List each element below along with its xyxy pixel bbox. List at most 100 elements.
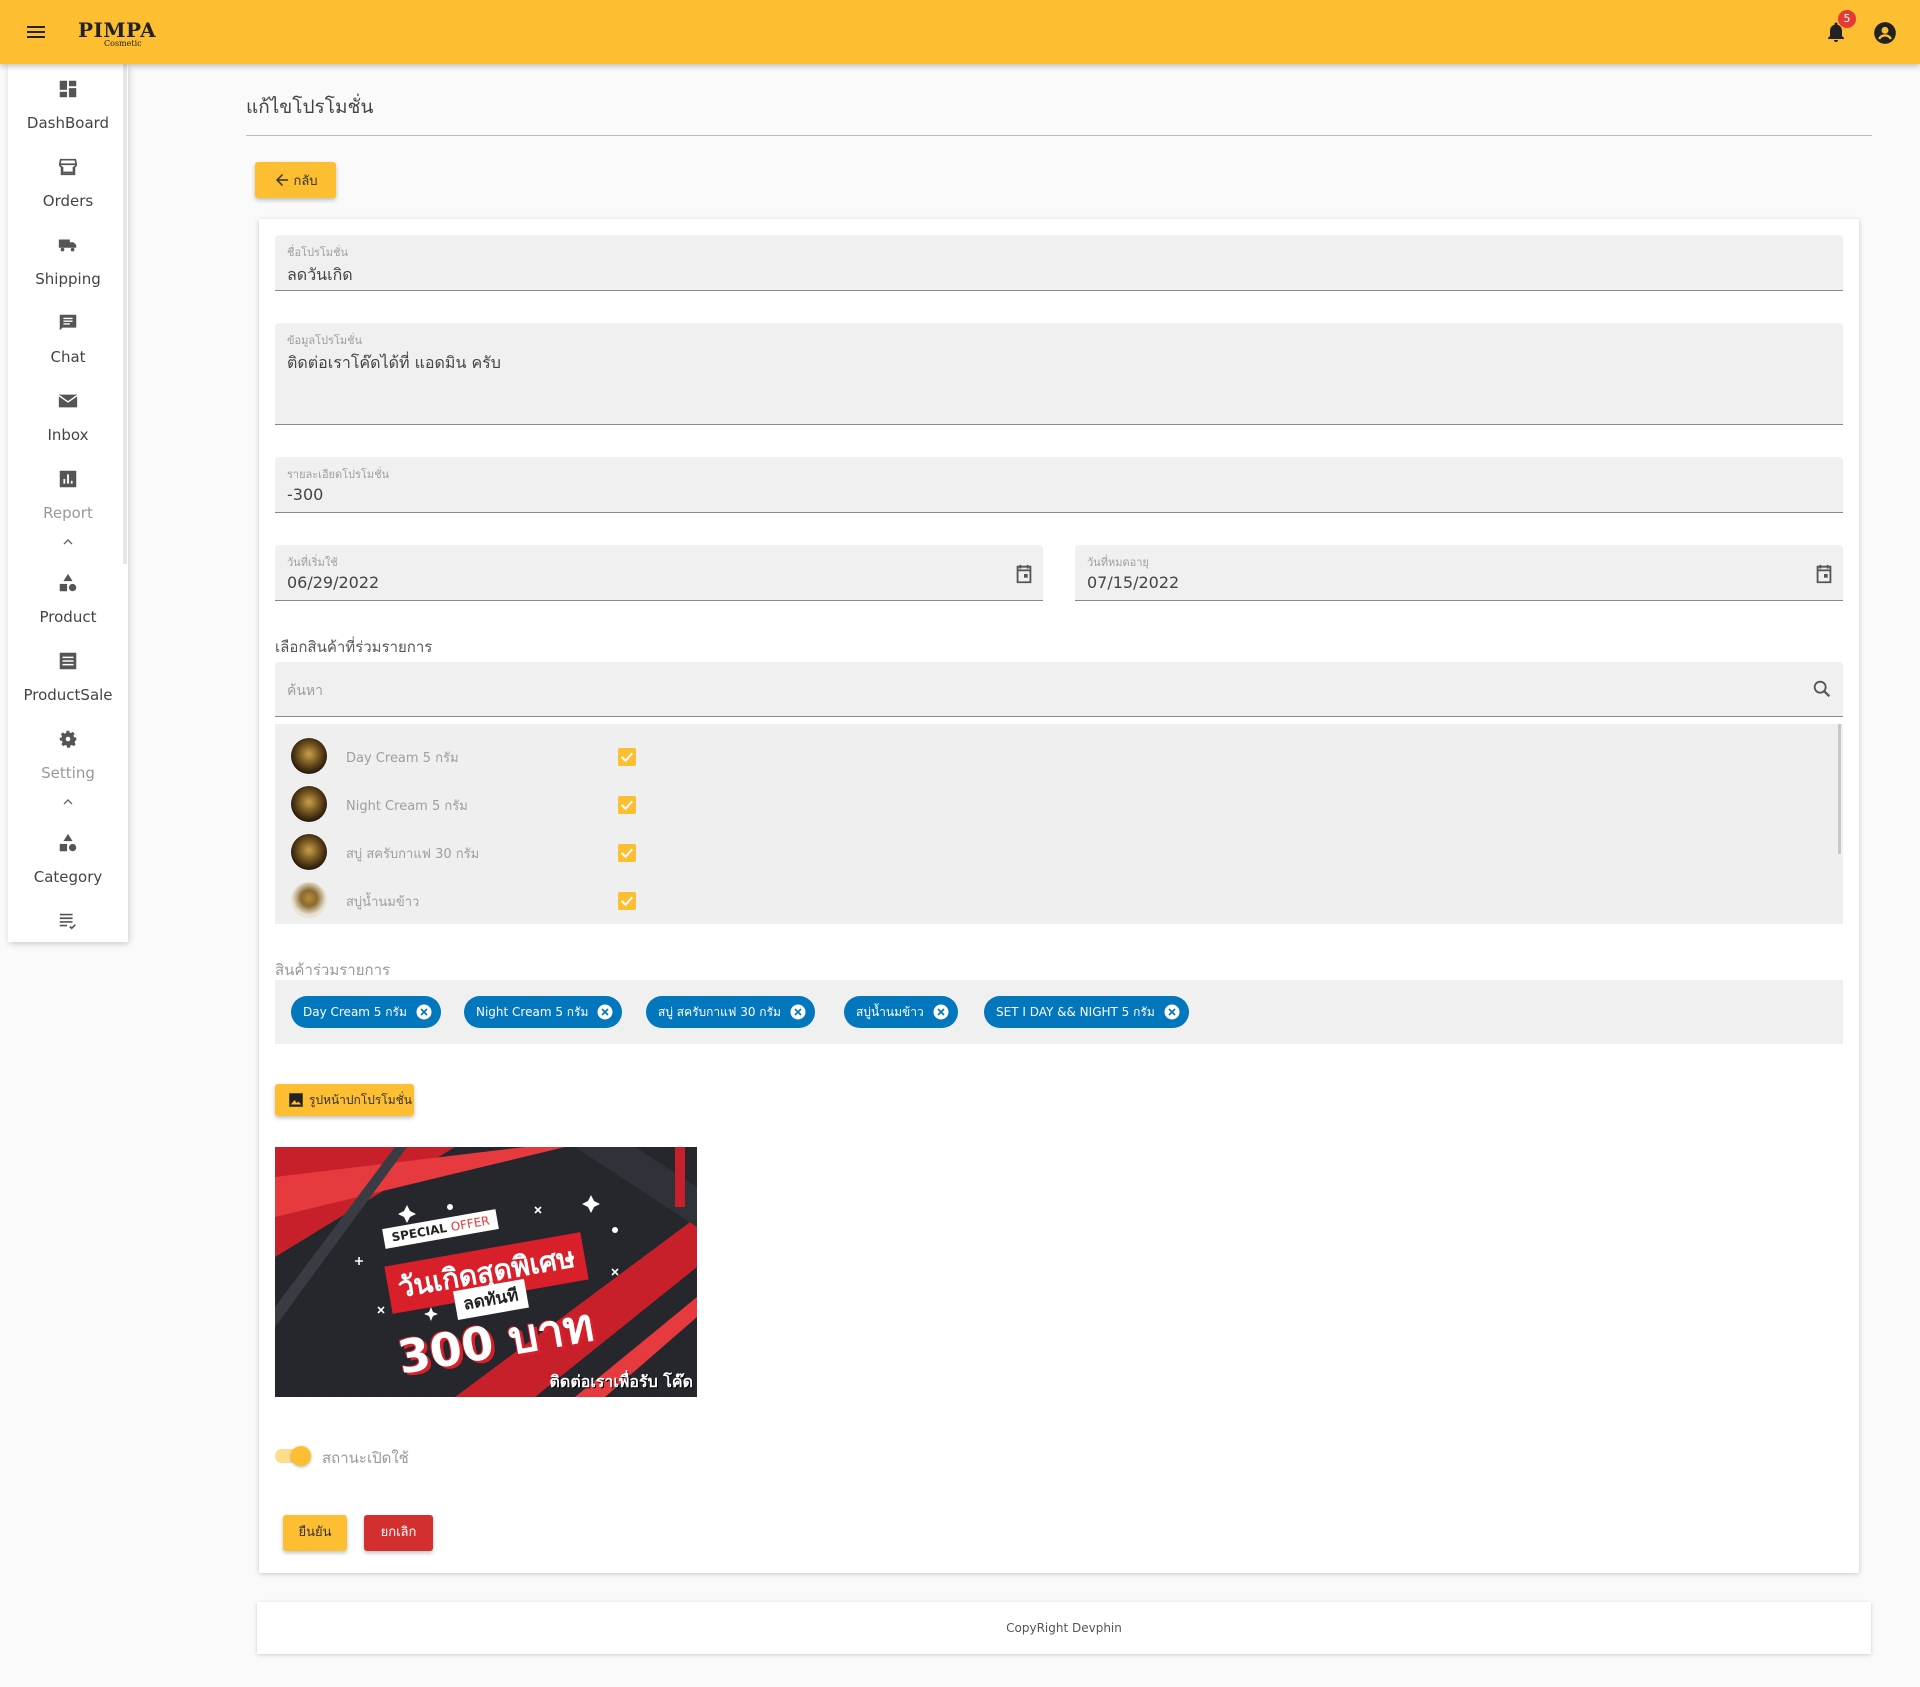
sidebar-item-more[interactable]: [8, 910, 128, 932]
product-list[interactable]: Day Cream 5 กรัม Night Cream 5 กรัม สบู่…: [275, 724, 1843, 924]
product-chip[interactable]: SET I DAY && NIGHT 5 กรัม: [984, 996, 1189, 1028]
sidebar-item-inbox[interactable]: Inbox: [8, 390, 128, 444]
cover-image-upload-button[interactable]: รูปหน้าปกโปรโมชั่น: [275, 1084, 414, 1116]
sidebar-item-label: DashBoard: [26, 114, 110, 132]
sidebar: DashBoard Orders Shipping Chat Inbox Rep…: [8, 64, 128, 942]
calendar-icon[interactable]: [1813, 563, 1835, 585]
chat-icon: [59, 314, 77, 331]
check-icon: [621, 752, 633, 763]
end-date-field[interactable]: วันที่หมดอายุ 07/15/2022: [1075, 545, 1843, 601]
chart-icon: [59, 470, 77, 488]
banner-cta: ติดต่อเราเพื่อรับ โค๊ด: [549, 1372, 693, 1391]
remove-chip-icon[interactable]: [1163, 1003, 1181, 1021]
list-check-icon: [59, 913, 76, 930]
sidebar-item-label: Orders: [42, 192, 94, 210]
product-chip[interactable]: สบู่น้ำนมข้าว: [844, 996, 958, 1028]
field-value: 06/29/2022: [287, 573, 380, 592]
image-icon: [289, 1093, 303, 1107]
start-date-field[interactable]: วันที่เริ่มใช้ 06/29/2022: [275, 545, 1043, 601]
product-checkbox[interactable]: [618, 748, 636, 766]
product-thumbnail: [291, 834, 327, 870]
product-thumbnail: [291, 882, 327, 918]
chip-label: Day Cream 5 กรัม: [303, 1004, 407, 1019]
field-label: รายละเอียดโปรโมชั่น: [287, 468, 390, 481]
confirm-button[interactable]: ยืนยัน: [283, 1515, 347, 1551]
sidebar-item-label: Shipping: [35, 270, 101, 288]
banner-offer-text: OFFER: [449, 1213, 491, 1235]
back-button[interactable]: กลับ: [255, 162, 336, 198]
sidebar-item-dashboard[interactable]: DashBoard: [8, 78, 128, 132]
sidebar-item-productsale[interactable]: ProductSale: [8, 650, 128, 704]
list-item[interactable]: Night Cream 5 กรัม: [291, 783, 636, 823]
cancel-button[interactable]: ยกเลิก: [364, 1515, 433, 1551]
promotion-info-field[interactable]: ข้อมูลโปรโมชั่น ติดต่อเราโค๊ดได้ที่ แอดม…: [275, 323, 1843, 425]
divider: [246, 135, 1872, 136]
check-icon: [621, 896, 633, 907]
chevron-up-icon[interactable]: [60, 794, 76, 810]
field-value: ติดต่อเราโค๊ดได้ที่ แอดมิน ครับ: [287, 353, 501, 372]
footer-text: CopyRight Devphin: [1006, 1621, 1122, 1635]
status-label: สถานะเปิดใช้: [322, 1449, 409, 1467]
remove-chip-icon[interactable]: [932, 1003, 950, 1021]
search-icon[interactable]: [1811, 678, 1833, 700]
remove-chip-icon[interactable]: [789, 1003, 807, 1021]
remove-chip-icon[interactable]: [415, 1003, 433, 1021]
promotion-cover-image: SPECIAL OFFER วันเกิดสุดพิเศษ ลดทันที 30…: [275, 1147, 697, 1397]
product-checkbox[interactable]: [618, 796, 636, 814]
gear-icon: [59, 730, 77, 748]
promotion-detail-field[interactable]: รายละเอียดโปรโมชั่น -300: [275, 457, 1843, 513]
product-checkbox[interactable]: [618, 892, 636, 910]
sidebar-item-setting[interactable]: Setting: [8, 728, 128, 782]
product-chip[interactable]: Night Cream 5 กรัม: [464, 996, 623, 1028]
product-chip[interactable]: Day Cream 5 กรัม: [291, 996, 441, 1028]
list-item[interactable]: สบู่น้ำนมข้าว: [291, 879, 636, 919]
sidebar-item-label: Report: [43, 504, 93, 522]
promotion-name-field[interactable]: ชื่อโปรโมชั่น ลดวันเกิด: [275, 235, 1843, 291]
chevron-up-icon[interactable]: [60, 534, 76, 550]
sidebar-item-report[interactable]: Report: [8, 468, 128, 522]
check-icon: [621, 848, 633, 859]
shapes-icon: [59, 573, 77, 592]
field-label: ชื่อโปรโมชั่น: [287, 246, 349, 259]
chip-label: Night Cream 5 กรัม: [476, 1004, 589, 1019]
field-value: 07/15/2022: [1087, 573, 1180, 592]
footer: CopyRight Devphin: [257, 1602, 1871, 1654]
search-placeholder: ค้นหา: [287, 683, 324, 699]
field-label: วันที่หมดอายุ: [1087, 556, 1149, 569]
list-item[interactable]: สบู่ สครับกาแฟ 30 กรัม: [291, 831, 636, 871]
sidebar-item-label: Chat: [50, 348, 86, 366]
field-label: ข้อมูลโปรโมชั่น: [287, 334, 363, 347]
sidebar-item-shipping[interactable]: Shipping: [8, 234, 128, 288]
sidebar-item-chat[interactable]: Chat: [8, 312, 128, 366]
product-name: สบู่ สครับกาแฟ 30 กรัม: [346, 847, 480, 862]
sidebar-item-label: ProductSale: [23, 686, 113, 704]
product-search-input[interactable]: ค้นหา: [275, 662, 1843, 717]
sidebar-item-orders[interactable]: Orders: [8, 156, 128, 210]
sidebar-item-product[interactable]: Product: [8, 572, 128, 626]
app-bar: PIMPA Cosmetic 5: [0, 0, 1920, 64]
remove-chip-icon[interactable]: [596, 1003, 614, 1021]
sidebar-item-label: Product: [39, 608, 97, 626]
sidebar-scrollbar[interactable]: [123, 64, 127, 564]
notification-badge: 5: [1838, 10, 1856, 28]
product-name: สบู่น้ำนมข้าว: [346, 895, 420, 910]
menu-icon[interactable]: [24, 20, 48, 44]
product-chip[interactable]: สบู่ สครับกาแฟ 30 กรัม: [646, 996, 815, 1028]
account-icon[interactable]: [1872, 20, 1898, 46]
selected-products-chips: Day Cream 5 กรัม Night Cream 5 กรัม สบู่…: [275, 980, 1843, 1044]
chip-label: SET I DAY && NIGHT 5 กรัม: [996, 1004, 1155, 1019]
product-name: Day Cream 5 กรัม: [346, 751, 459, 766]
mail-icon: [58, 394, 78, 408]
calendar-icon[interactable]: [1013, 563, 1035, 585]
check-icon: [621, 800, 633, 811]
store-icon: [58, 158, 78, 176]
sidebar-item-category[interactable]: Category: [8, 832, 128, 886]
status-toggle[interactable]: [275, 1446, 311, 1466]
product-checkbox[interactable]: [618, 844, 636, 862]
list-scrollbar[interactable]: [1838, 724, 1841, 854]
list-item[interactable]: Day Cream 5 กรัม: [291, 735, 636, 775]
shapes-icon: [59, 833, 77, 852]
chip-label: สบู่ สครับกาแฟ 30 กรัม: [658, 1004, 781, 1019]
sidebar-item-label: Inbox: [47, 426, 89, 444]
sidebar-item-label: Setting: [41, 764, 95, 782]
